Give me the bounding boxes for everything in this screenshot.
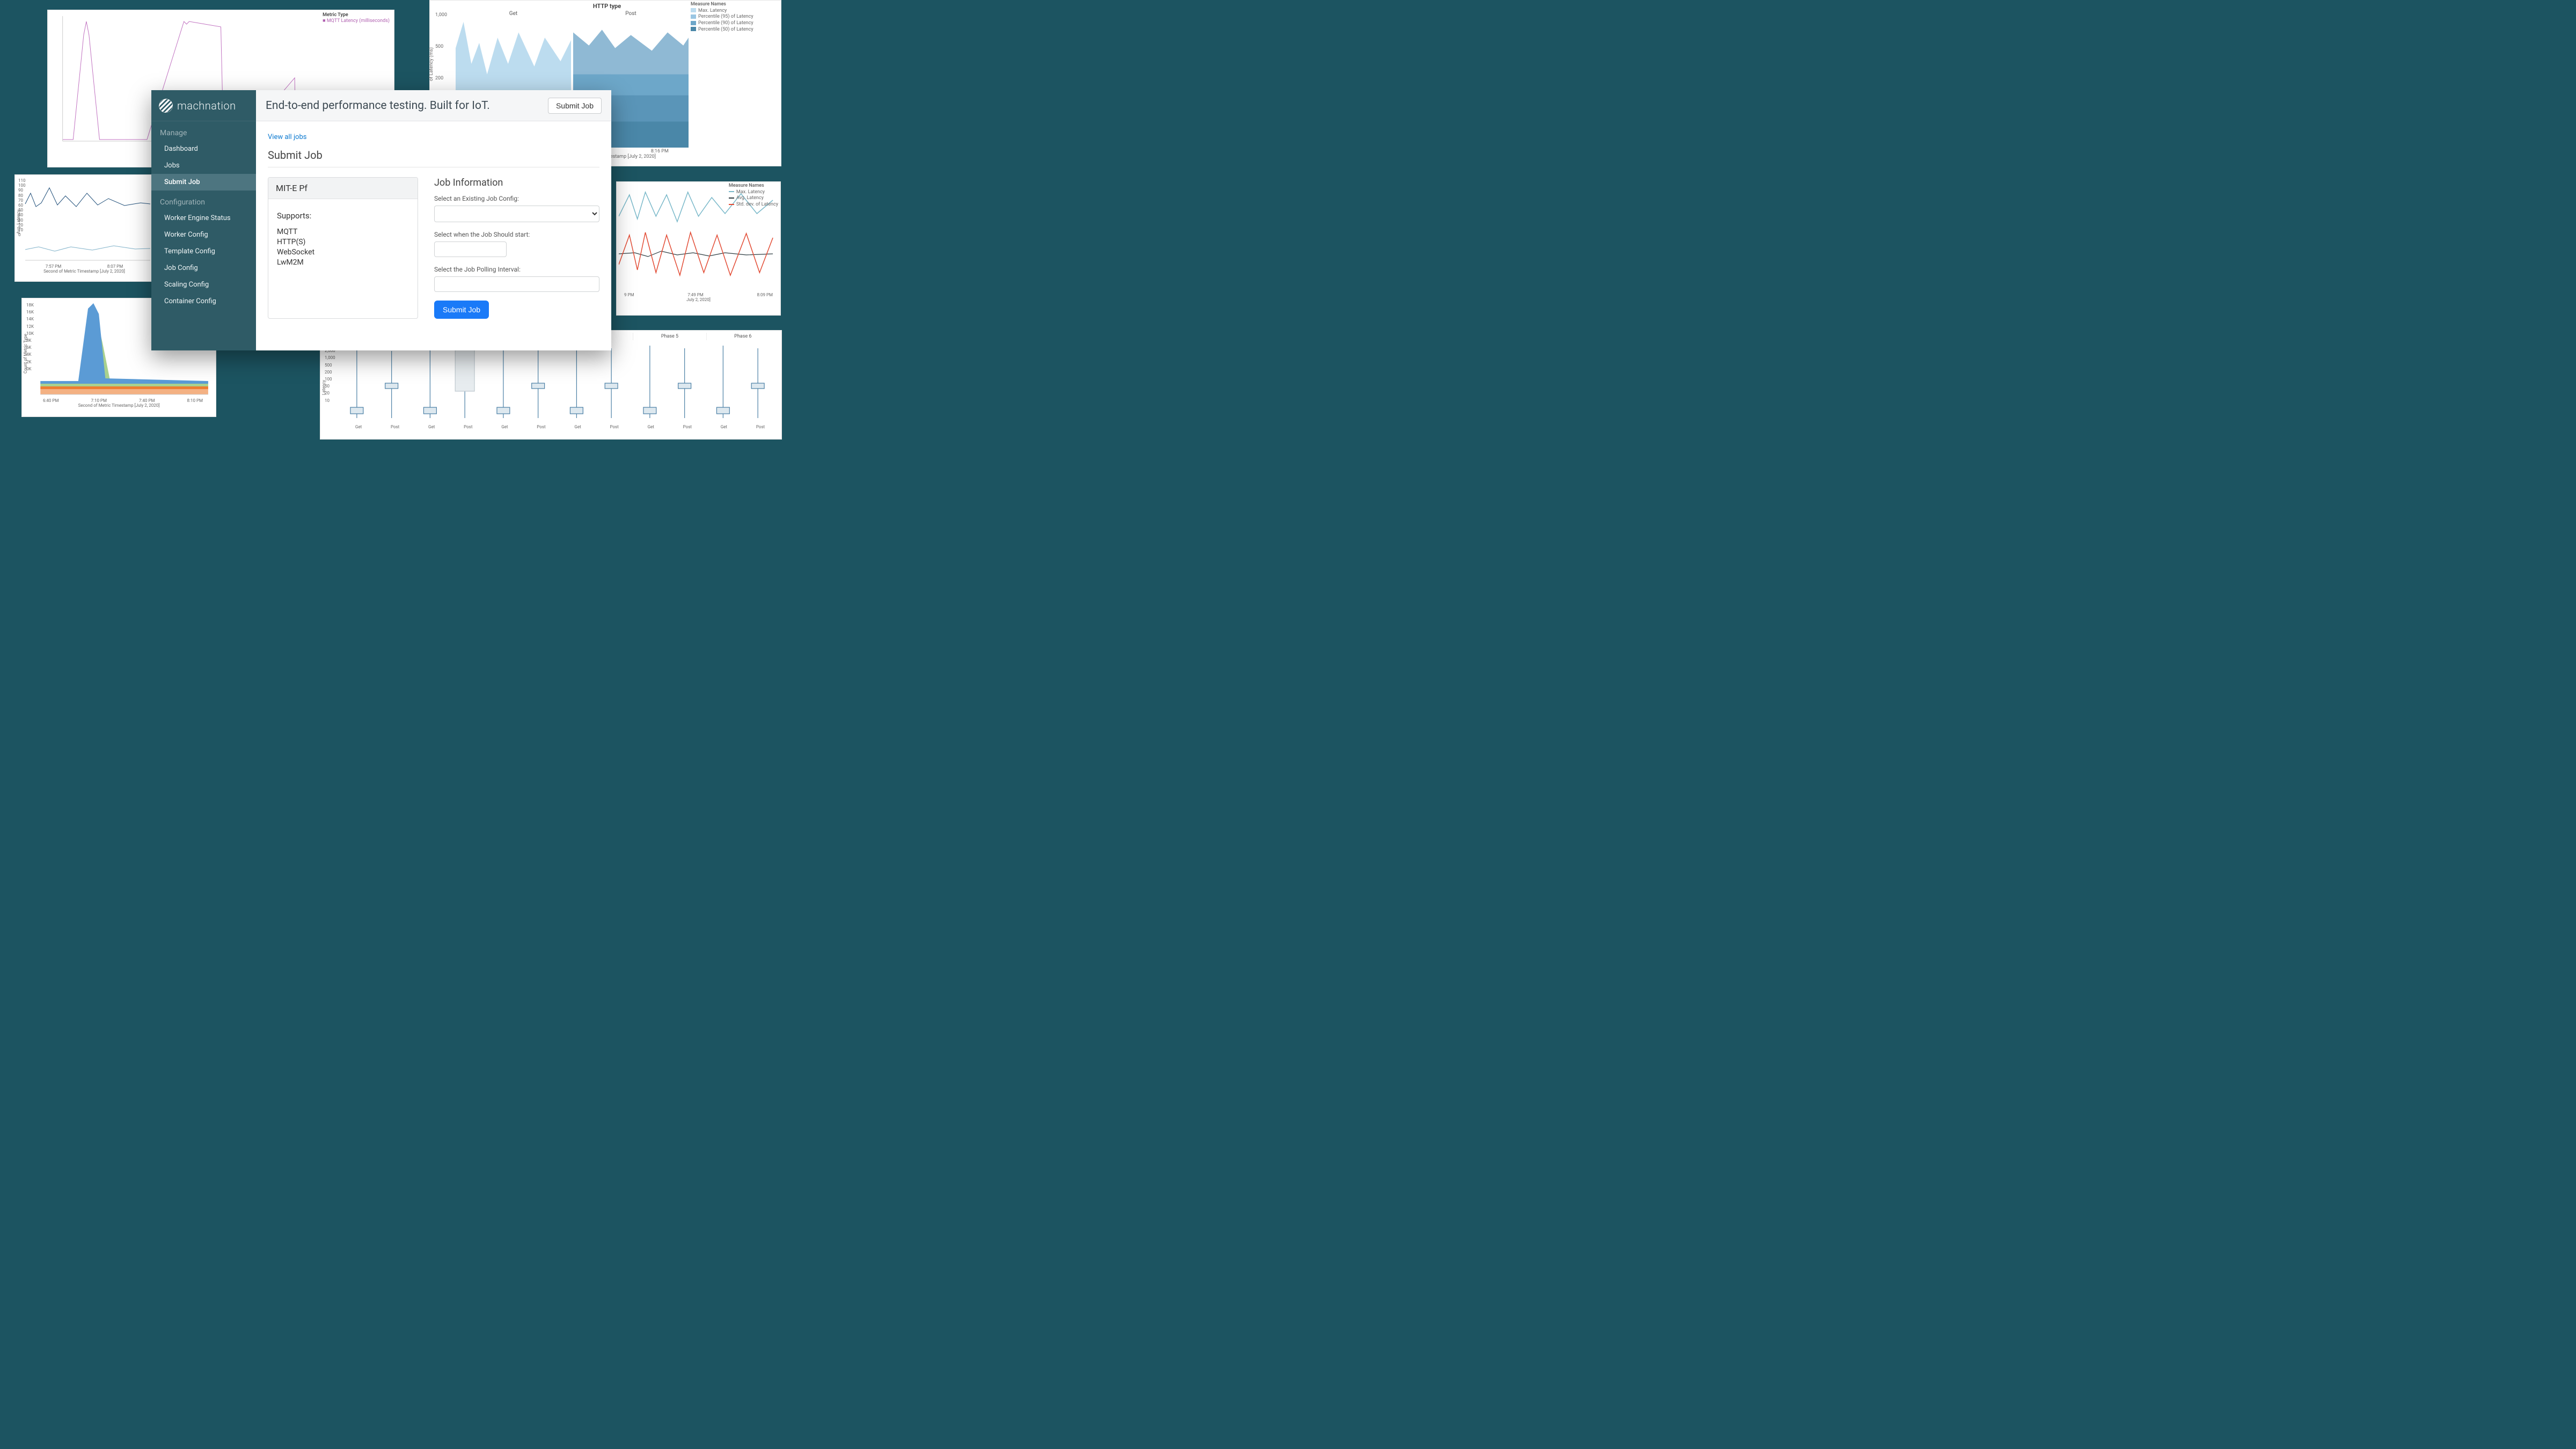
polling-interval-label: Select the Job Polling Interval:	[434, 266, 599, 273]
job-info-panel: Job Information Select an Existing Job C…	[434, 177, 599, 319]
sidebar: machnation Manage Dashboard Jobs Submit …	[151, 90, 256, 350]
protocols-card: MIT-E Pf Supports: MQTT HTTP(S) WebSocke…	[268, 177, 418, 319]
existing-config-label: Select an Existing Job Config:	[434, 195, 599, 202]
sidebar-item-scaling-config[interactable]: Scaling Config	[151, 276, 256, 293]
supports-heading: Supports:	[277, 211, 409, 221]
sidebar-item-jobs[interactable]: Jobs	[151, 157, 256, 174]
topbar: End-to-end performance testing. Built fo…	[256, 90, 611, 121]
sidebar-item-dashboard[interactable]: Dashboard	[151, 141, 256, 157]
sidebar-item-worker-config[interactable]: Worker Config	[151, 226, 256, 243]
protocol-item: WebSocket	[277, 247, 409, 258]
brand-logo-icon	[159, 99, 173, 113]
sidebar-item-container-config[interactable]: Container Config	[151, 293, 256, 310]
protocol-item: HTTP(S)	[277, 237, 409, 247]
start-time-label: Select when the Job Should start:	[434, 231, 599, 238]
submit-job-button-top[interactable]: Submit Job	[548, 98, 602, 114]
brand: machnation	[151, 90, 256, 121]
protocol-item: LwM2M	[277, 258, 409, 268]
card-title: MIT-E Pf	[268, 178, 418, 199]
brand-name: machnation	[177, 99, 236, 112]
protocol-item: MQTT	[277, 227, 409, 237]
sidebar-section-manage: Manage	[151, 121, 256, 141]
legend: Measure Names Max. Latency Avg. Latency …	[729, 183, 778, 208]
submit-job-button[interactable]: Submit Job	[434, 301, 489, 319]
polling-interval-input[interactable]	[434, 276, 599, 292]
sidebar-item-job-config[interactable]: Job Config	[151, 260, 256, 276]
job-info-heading: Job Information	[434, 177, 599, 188]
bg-chart-avglatency: Avg. Latency 7:57 PM8:07 PM Second of Me…	[14, 174, 154, 282]
sidebar-section-configuration: Configuration	[151, 191, 256, 210]
view-all-jobs-link[interactable]: View all jobs	[268, 133, 306, 141]
main-area: End-to-end performance testing. Built fo…	[256, 90, 611, 350]
start-time-input[interactable]	[434, 241, 507, 257]
headline: End-to-end performance testing. Built fo…	[266, 99, 490, 112]
content: View all jobs Submit Job MIT-E Pf Suppor…	[256, 121, 611, 350]
sidebar-item-submit-job[interactable]: Submit Job	[151, 174, 256, 191]
app-window: machnation Manage Dashboard Jobs Submit …	[151, 90, 611, 350]
legend: Metric Type ■ MQTT Latency (milliseconds…	[323, 12, 390, 24]
sidebar-item-template-config[interactable]: Template Config	[151, 243, 256, 260]
bg-chart-latency-lines: Measure Names Max. Latency Avg. Latency …	[616, 181, 781, 316]
sidebar-item-worker-engine-status[interactable]: Worker Engine Status	[151, 210, 256, 226]
legend: Measure Names Max. Latency Percentile (9…	[691, 2, 778, 33]
page-title: Submit Job	[268, 149, 599, 162]
existing-config-select[interactable]	[434, 206, 599, 222]
